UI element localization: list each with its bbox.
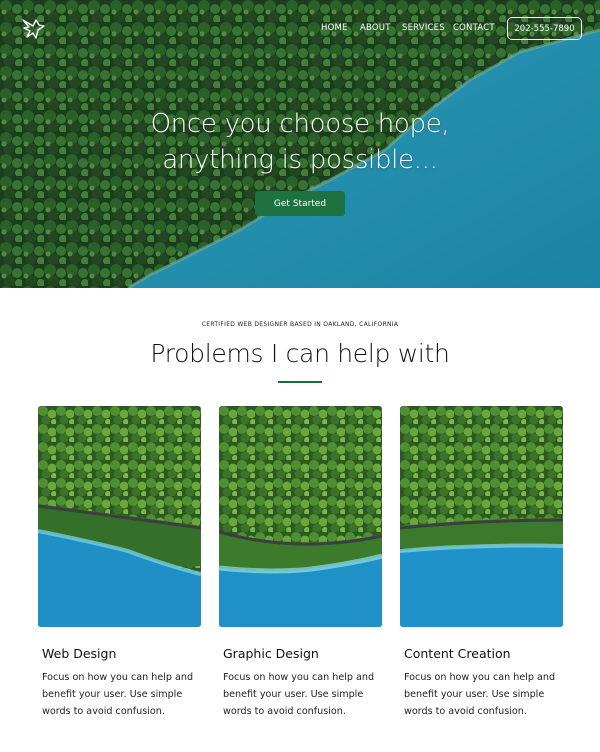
card-title: Graphic Design <box>223 646 319 661</box>
service-card-graphic-design[interactable]: Graphic Design Focus on how you can help… <box>218 406 383 720</box>
section-title: Problems I can help with <box>150 339 450 368</box>
nav-link-contact[interactable]: CONTACT <box>453 23 495 33</box>
card-body: Focus on how you can help and benefit yo… <box>404 672 556 717</box>
hero-title: Once you choose hope, anything is possib… <box>0 106 600 178</box>
card-image-forest-road <box>218 406 383 627</box>
card-title: Content Creation <box>404 646 511 661</box>
card-image-forest-coast <box>37 406 202 627</box>
nav-link-about[interactable]: ABOUT <box>360 23 391 33</box>
card-body: Focus on how you can help and benefit yo… <box>223 672 375 717</box>
get-started-button[interactable]: Get Started <box>255 191 345 216</box>
nav-link-home[interactable]: HOME <box>321 23 348 33</box>
hero-section: HOME ABOUT SERVICES CONTACT 202-555-7890… <box>0 0 600 288</box>
card-title: Web Design <box>42 646 117 661</box>
phone-button[interactable]: 202-555-7890 <box>507 17 582 40</box>
card-image-forest-shore <box>399 406 564 627</box>
nav-link-services[interactable]: SERVICES <box>402 23 445 33</box>
hero-title-line-2: anything is possible... <box>162 145 438 175</box>
service-card-web-design[interactable]: Web Design Focus on how you can help and… <box>37 406 202 720</box>
dove-logo-icon[interactable] <box>20 17 46 41</box>
title-divider <box>278 381 322 383</box>
top-nav: HOME ABOUT SERVICES CONTACT 202-555-7890 <box>0 0 600 58</box>
card-body: Focus on how you can help and benefit yo… <box>42 672 194 717</box>
service-card-content-creation[interactable]: Content Creation Focus on how you can he… <box>399 406 564 720</box>
hero-title-line-1: Once you choose hope, <box>150 109 450 139</box>
section-eyebrow: CERTIFIED WEB DESIGNER BASED IN OAKLAND,… <box>201 321 399 328</box>
